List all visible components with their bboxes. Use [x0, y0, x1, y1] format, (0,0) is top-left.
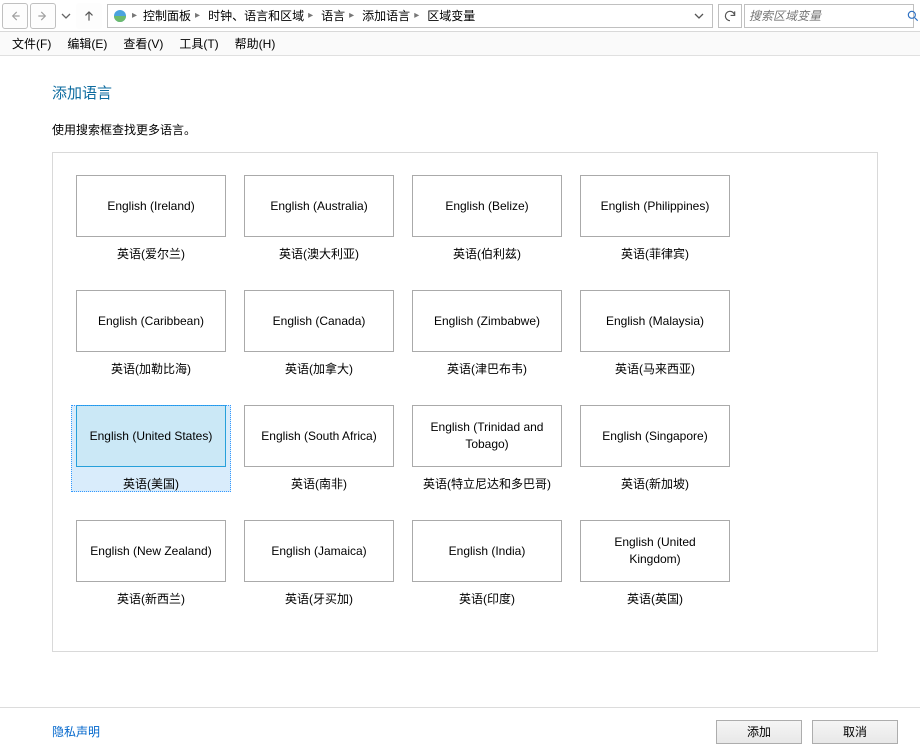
language-tile[interactable]: English (South Africa) [244, 405, 394, 467]
language-cell[interactable]: English (South Africa) 英语(南非) [239, 405, 399, 492]
language-native-label: 英语(新西兰) [117, 590, 185, 607]
breadcrumb-item[interactable]: 控制面板▸ [141, 5, 204, 27]
breadcrumb-label: 时钟、语言和区域 [208, 7, 304, 24]
language-tile[interactable]: English (Philippines) [580, 175, 730, 237]
language-cell[interactable]: English (Malaysia) 英语(马来西亚) [575, 290, 735, 377]
back-button[interactable] [2, 3, 28, 29]
refresh-button[interactable] [718, 4, 742, 28]
language-list-container: English (Ireland) 英语(爱尔兰) English (Austral… [52, 152, 878, 652]
language-cell[interactable]: English (India) 英语(印度) [407, 520, 567, 607]
language-tile[interactable]: English (Belize) [412, 175, 562, 237]
language-tile[interactable]: English (United Kingdom) [580, 520, 730, 582]
address-dropdown[interactable] [690, 4, 708, 28]
language-native-label: 英语(英国) [627, 590, 683, 607]
chevron-right-icon: ▸ [130, 10, 139, 21]
language-cell[interactable]: English (Trinidad and Tobago) 英语(特立尼达和多巴哥… [407, 405, 567, 492]
content-area: 添加语言 使用搜索框查找更多语言。 English (Ireland) 英语(爱尔… [0, 56, 920, 707]
language-native-label: 英语(美国) [123, 475, 179, 492]
menu-help[interactable]: 帮助(H) [229, 33, 282, 54]
cancel-button[interactable]: 取消 [812, 720, 898, 744]
language-cell[interactable]: English (Belize) 英语(伯利兹) [407, 175, 567, 262]
address-bar[interactable]: ▸ 控制面板▸ 时钟、语言和区域▸ 语言▸ 添加语言▸ 区域变量 [107, 4, 713, 28]
language-native-label: 英语(加拿大) [285, 360, 353, 377]
page-title: 添加语言 [52, 82, 878, 103]
arrow-up-icon [82, 9, 96, 23]
breadcrumb-label: 区域变量 [427, 7, 475, 24]
breadcrumb-item[interactable]: 添加语言▸ [360, 5, 423, 27]
language-native-label: 英语(澳大利亚) [279, 245, 359, 262]
breadcrumb-item[interactable]: 区域变量 [425, 5, 477, 27]
search-box[interactable] [744, 4, 914, 28]
navigation-bar: ▸ 控制面板▸ 时钟、语言和区域▸ 语言▸ 添加语言▸ 区域变量 [0, 0, 920, 32]
forward-button[interactable] [30, 3, 56, 29]
language-cell[interactable]: English (Ireland) 英语(爱尔兰) [71, 175, 231, 262]
breadcrumb-item[interactable]: 时钟、语言和区域▸ [206, 5, 317, 27]
language-cell[interactable]: English (Philippines) 英语(菲律宾) [575, 175, 735, 262]
language-tile[interactable]: English (Caribbean) [76, 290, 226, 352]
breadcrumb-label: 语言 [321, 7, 345, 24]
language-native-label: 英语(爱尔兰) [117, 245, 185, 262]
privacy-link[interactable]: 隐私声明 [52, 723, 100, 740]
arrow-left-icon [8, 9, 22, 23]
language-cell[interactable]: English (United Kingdom) 英语(英国) [575, 520, 735, 607]
language-cell[interactable]: English (Australia) 英语(澳大利亚) [239, 175, 399, 262]
chevron-down-icon [61, 11, 71, 21]
language-cell[interactable]: English (Zimbabwe) 英语(津巴布韦) [407, 290, 567, 377]
language-cell[interactable]: English (Canada) 英语(加拿大) [239, 290, 399, 377]
language-tile[interactable]: English (Canada) [244, 290, 394, 352]
refresh-icon [723, 9, 737, 23]
language-tile[interactable]: English (Zimbabwe) [412, 290, 562, 352]
language-cell[interactable]: English (Singapore) 英语(新加坡) [575, 405, 735, 492]
language-cell[interactable]: English (United States) 英语(美国) [71, 405, 231, 492]
search-icon [906, 9, 920, 23]
language-tile[interactable]: English (United States) [76, 405, 226, 467]
chevron-right-icon: ▸ [306, 10, 315, 21]
arrow-right-icon [36, 9, 50, 23]
language-native-label: 英语(南非) [291, 475, 347, 492]
language-native-label: 英语(马来西亚) [615, 360, 695, 377]
language-native-label: 英语(印度) [459, 590, 515, 607]
language-tile[interactable]: English (Singapore) [580, 405, 730, 467]
language-tile[interactable]: English (Australia) [244, 175, 394, 237]
breadcrumb-label: 添加语言 [362, 7, 410, 24]
language-tile[interactable]: English (India) [412, 520, 562, 582]
language-native-label: 英语(牙买加) [285, 590, 353, 607]
breadcrumb-item[interactable]: 语言▸ [319, 5, 358, 27]
language-native-label: 英语(加勒比海) [111, 360, 191, 377]
chevron-down-icon [694, 11, 704, 21]
language-native-label: 英语(特立尼达和多巴哥) [423, 475, 551, 492]
language-native-label: 英语(伯利兹) [453, 245, 521, 262]
chevron-right-icon: ▸ [347, 10, 356, 21]
language-native-label: 英语(新加坡) [621, 475, 689, 492]
menu-view[interactable]: 查看(V) [117, 33, 169, 54]
up-button[interactable] [76, 3, 102, 29]
language-tile[interactable]: English (Malaysia) [580, 290, 730, 352]
language-tile[interactable]: English (Jamaica) [244, 520, 394, 582]
menu-file[interactable]: 文件(F) [6, 33, 57, 54]
language-tile[interactable]: English (New Zealand) [76, 520, 226, 582]
menu-bar: 文件(F) 编辑(E) 查看(V) 工具(T) 帮助(H) [0, 32, 920, 56]
language-cell[interactable]: English (New Zealand) 英语(新西兰) [71, 520, 231, 607]
recent-locations-dropdown[interactable] [58, 3, 74, 29]
search-input[interactable] [749, 9, 906, 23]
chevron-right-icon: ▸ [412, 10, 421, 21]
language-native-label: 英语(菲律宾) [621, 245, 689, 262]
footer-bar: 隐私声明 添加 取消 [0, 707, 920, 755]
language-tile[interactable]: English (Trinidad and Tobago) [412, 405, 562, 467]
language-grid: English (Ireland) 英语(爱尔兰) English (Austral… [71, 175, 859, 607]
language-tile[interactable]: English (Ireland) [76, 175, 226, 237]
breadcrumb-label: 控制面板 [143, 7, 191, 24]
language-native-label: 英语(津巴布韦) [447, 360, 527, 377]
menu-tools[interactable]: 工具(T) [173, 33, 224, 54]
language-cell[interactable]: English (Jamaica) 英语(牙买加) [239, 520, 399, 607]
control-panel-icon [112, 8, 128, 24]
chevron-right-icon: ▸ [193, 10, 202, 21]
language-cell[interactable]: English (Caribbean) 英语(加勒比海) [71, 290, 231, 377]
add-button[interactable]: 添加 [716, 720, 802, 744]
page-subtitle: 使用搜索框查找更多语言。 [52, 121, 878, 138]
menu-edit[interactable]: 编辑(E) [61, 33, 113, 54]
